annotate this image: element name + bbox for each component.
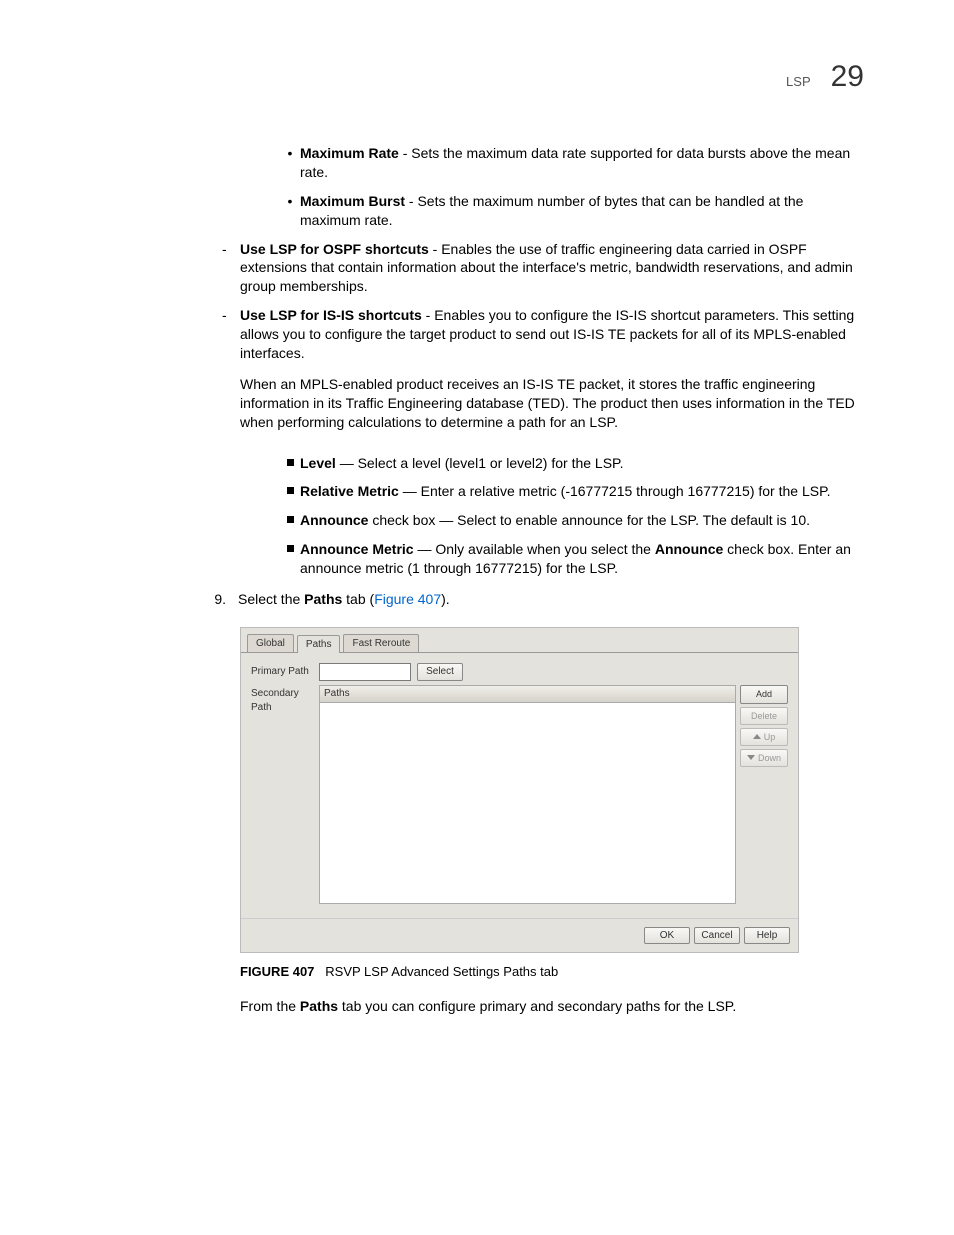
closing-paragraph: From the Paths tab you can configure pri…: [240, 997, 864, 1016]
bullet-icon: •: [280, 144, 300, 162]
secondary-path-grid[interactable]: Paths: [319, 685, 736, 904]
primary-path-row: Primary Path Select: [251, 663, 788, 681]
bullet-icon: •: [280, 192, 300, 210]
cancel-button[interactable]: Cancel: [694, 927, 740, 945]
term: Maximum Rate: [300, 145, 399, 161]
tab-fast-reroute[interactable]: Fast Reroute: [343, 634, 419, 653]
figure-title: RSVP LSP Advanced Settings Paths tab: [325, 964, 558, 979]
bullet-level: Level — Select a level (level1 or level2…: [280, 454, 864, 473]
bullet-max-burst: • Maximum Burst - Sets the maximum numbe…: [280, 192, 864, 230]
bullet-announce: Announce check box — Select to enable an…: [280, 511, 864, 530]
square-icon: [280, 540, 300, 552]
term: Use LSP for IS-IS shortcuts: [240, 307, 422, 323]
term: Maximum Burst: [300, 193, 405, 209]
desc: — Only available when you select the: [414, 541, 655, 557]
term: Announce: [300, 512, 368, 528]
select-button[interactable]: Select: [417, 663, 463, 681]
secondary-path-row: Secondary Path Paths Add Delete Up Down: [251, 685, 788, 904]
paths-column-header: Paths: [320, 686, 735, 703]
ok-button[interactable]: OK: [644, 927, 690, 945]
tab-global[interactable]: Global: [247, 634, 294, 653]
secondary-path-label: Secondary Path: [251, 685, 319, 714]
desc: — Enter a relative metric (-16777215 thr…: [399, 483, 831, 499]
triangle-down-icon: [747, 755, 755, 760]
delete-button[interactable]: Delete: [740, 707, 788, 725]
figure-label: FIGURE 407: [240, 964, 314, 979]
step-number: 9.: [198, 590, 238, 609]
tab-paths[interactable]: Paths: [297, 635, 341, 654]
bullet-announce-metric: Announce Metric — Only available when yo…: [280, 540, 864, 578]
term: Use LSP for OSPF shortcuts: [240, 241, 429, 257]
bullet-ospf: - Use LSP for OSPF shortcuts - Enables t…: [220, 240, 864, 297]
text: Select the: [238, 591, 304, 607]
text: ).: [441, 591, 450, 607]
header-chapter: 29: [831, 60, 864, 94]
bullet-isis: - Use LSP for IS-IS shortcuts - Enables …: [220, 306, 864, 443]
step-9: 9. Select the Paths tab (Figure 407).: [198, 590, 864, 609]
term2: Announce: [655, 541, 723, 557]
desc: — Select a level (level1 or level2) for …: [336, 455, 624, 471]
term: Relative Metric: [300, 483, 399, 499]
grid-body: [320, 703, 735, 903]
paths-bold: Paths: [304, 591, 342, 607]
header-section: LSP: [786, 74, 811, 89]
dialog-footer: OK Cancel Help: [241, 918, 798, 953]
text: tab you can configure primary and second…: [338, 998, 736, 1014]
desc: check box — Select to enable announce fo…: [368, 512, 810, 528]
add-button[interactable]: Add: [740, 685, 788, 703]
dialog-tabs: Global Paths Fast Reroute: [241, 628, 798, 653]
triangle-up-icon: [753, 734, 761, 739]
dialog-body: Primary Path Select Secondary Path Paths…: [241, 652, 798, 918]
figure-caption: FIGURE 407 RSVP LSP Advanced Settings Pa…: [240, 963, 864, 981]
square-icon: [280, 482, 300, 494]
up-label: Up: [764, 731, 776, 743]
term: Announce Metric: [300, 541, 414, 557]
text: tab (: [342, 591, 374, 607]
body-content: • Maximum Rate - Sets the maximum data r…: [240, 144, 864, 1016]
dialog: Global Paths Fast Reroute Primary Path S…: [240, 627, 799, 954]
term: Level: [300, 455, 336, 471]
text: From the: [240, 998, 300, 1014]
help-button[interactable]: Help: [744, 927, 790, 945]
isis-paragraph: When an MPLS-enabled product receives an…: [240, 375, 864, 432]
page-header: LSP 29: [90, 60, 864, 94]
down-button[interactable]: Down: [740, 749, 788, 767]
square-icon: [280, 454, 300, 466]
paths-bold: Paths: [300, 998, 338, 1014]
figure-407: Global Paths Fast Reroute Primary Path S…: [240, 627, 864, 954]
bullet-max-rate: • Maximum Rate - Sets the maximum data r…: [280, 144, 864, 182]
square-icon: [280, 511, 300, 523]
primary-path-label: Primary Path: [251, 663, 319, 679]
figure-link[interactable]: Figure 407: [374, 591, 441, 607]
side-buttons: Add Delete Up Down: [740, 685, 788, 767]
down-label: Down: [758, 752, 781, 764]
primary-path-input[interactable]: [319, 663, 411, 681]
bullet-relative-metric: Relative Metric — Enter a relative metri…: [280, 482, 864, 501]
up-button[interactable]: Up: [740, 728, 788, 746]
dash-icon: -: [220, 306, 240, 324]
dash-icon: -: [220, 240, 240, 258]
